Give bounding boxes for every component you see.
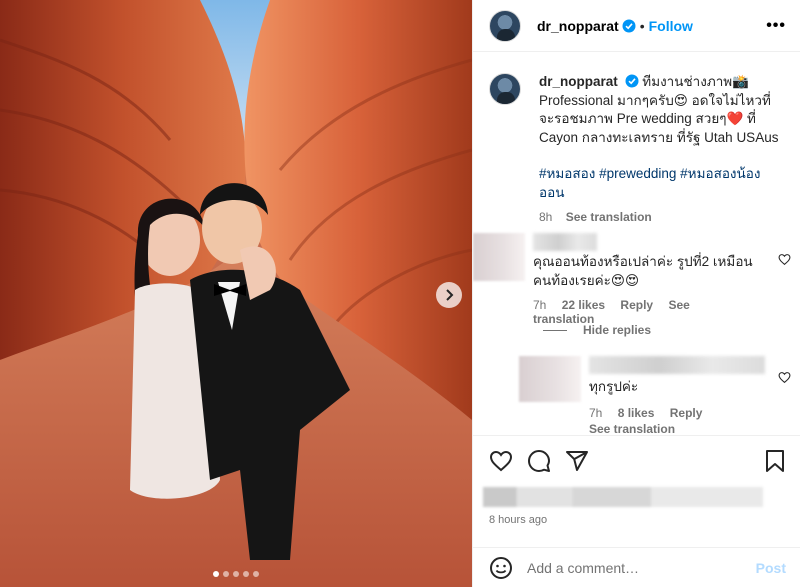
verified-badge-icon xyxy=(625,74,639,88)
post-side-panel: dr_nopparat • Follow ••• dr_nopparat ทีม… xyxy=(472,0,800,587)
replier-username[interactable] xyxy=(589,356,765,374)
bookmark-icon[interactable] xyxy=(764,449,786,473)
comment-time: 7h xyxy=(533,298,547,312)
reply-likes[interactable]: 8 likes xyxy=(618,406,655,420)
hide-replies-line xyxy=(543,330,567,332)
follow-button[interactable]: Follow xyxy=(649,18,693,34)
see-translation-link[interactable]: See translation xyxy=(566,210,652,224)
comment-item: คุณออนท้องหรือเปล่าค่ะ รูปที่2 เหมือนคนท… xyxy=(473,233,800,326)
reply-button[interactable]: Reply xyxy=(620,298,653,312)
post-actions: 8 hours ago xyxy=(473,435,800,526)
heart-icon[interactable] xyxy=(489,449,513,473)
chevron-right-icon xyxy=(446,289,454,301)
carousel-dot xyxy=(253,571,259,577)
commenter-username[interactable] xyxy=(533,233,597,251)
reply-time: 7h xyxy=(589,405,603,420)
caption-time: 8h xyxy=(539,210,553,224)
caption-avatar[interactable] xyxy=(489,73,521,105)
carousel-indicator xyxy=(0,571,472,577)
caption-username[interactable]: dr_nopparat xyxy=(539,74,618,89)
carousel-dot xyxy=(223,571,229,577)
more-icon[interactable]: ••• xyxy=(766,17,786,35)
post-header: dr_nopparat • Follow ••• xyxy=(473,0,800,52)
reply-button[interactable]: Reply xyxy=(670,406,703,420)
author-username[interactable]: dr_nopparat xyxy=(537,18,619,34)
post-photo xyxy=(0,0,472,587)
carousel-dot xyxy=(213,571,219,577)
post-time: 8 hours ago xyxy=(489,514,548,526)
comments-area[interactable]: dr_nopparat ทีมงานช่างภาพ📸 Professional … xyxy=(473,53,800,435)
see-translation-link[interactable]: See translation xyxy=(589,422,675,436)
comment-likes[interactable]: 22 likes xyxy=(562,298,605,312)
caption-hashtags[interactable]: #หมอสอง #prewedding #หมอสองน้องออน xyxy=(539,165,785,202)
replier-avatar[interactable] xyxy=(519,356,581,402)
comment-text: คุณออนท้องหรือเปล่าค่ะ รูปที่2 เหมือนคนท… xyxy=(533,254,753,288)
reply-item: ทุกรูปค่ะ 7h 8 likes Reply See translati… xyxy=(519,356,799,435)
verified-badge-icon xyxy=(622,19,636,33)
next-slide-button[interactable] xyxy=(436,282,462,308)
see-translation-link[interactable]: See translation xyxy=(533,298,690,326)
caption: dr_nopparat ทีมงานช่างภาพ📸 Professional … xyxy=(489,73,789,227)
comment-input[interactable]: Add a comment… xyxy=(527,560,756,576)
comment-icon[interactable] xyxy=(527,449,551,473)
share-icon[interactable] xyxy=(565,449,589,473)
post-comment-button[interactable]: Post xyxy=(756,560,786,576)
hide-replies-button[interactable]: Hide replies xyxy=(543,323,651,337)
post-media[interactable] xyxy=(0,0,472,587)
header-separator: • xyxy=(639,17,645,34)
comment-like-heart-icon[interactable] xyxy=(778,253,791,266)
carousel-dot xyxy=(243,571,249,577)
instagram-post: dr_nopparat • Follow ••• dr_nopparat ทีม… xyxy=(0,0,800,587)
carousel-dot xyxy=(233,571,239,577)
add-comment-bar: Add a comment… Post xyxy=(473,547,800,587)
reply-text: ทุกรูปค่ะ xyxy=(589,379,639,394)
emoji-icon[interactable] xyxy=(489,556,513,580)
reply-like-heart-icon[interactable] xyxy=(778,371,791,384)
author-avatar[interactable] xyxy=(489,9,521,42)
commenter-avatar[interactable] xyxy=(473,233,525,281)
likes-summary[interactable] xyxy=(483,487,763,507)
